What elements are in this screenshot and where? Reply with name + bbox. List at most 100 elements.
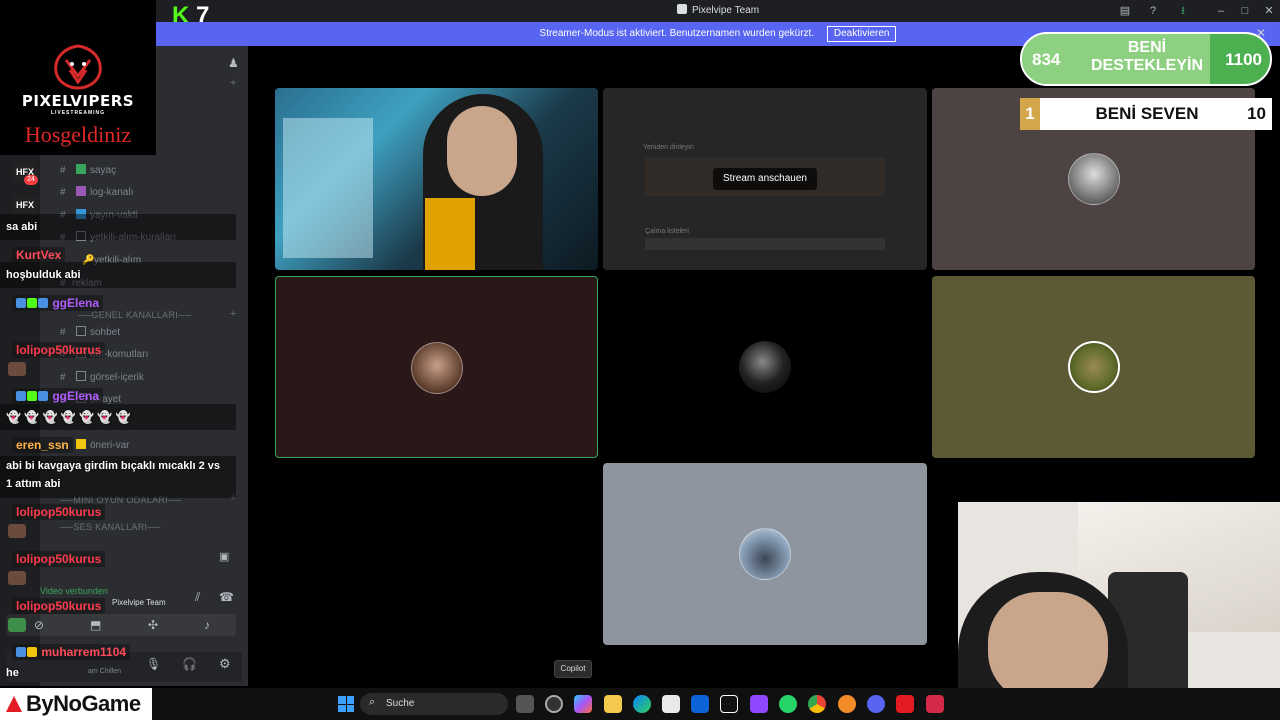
- category-genel[interactable]: ──GENEL KANALLARI──: [78, 310, 191, 320]
- top-supporter-widget: 1 BENİ SEVEN 10: [1020, 98, 1272, 130]
- server-icon: [676, 4, 687, 14]
- deactivate-button[interactable]: Deaktivieren: [826, 26, 897, 42]
- chrome-icon[interactable]: [808, 695, 826, 713]
- window-titlebar: Pixelvipe Team ▤ ? ⭳ – □ ✕: [156, 0, 1280, 22]
- share-screen-icon[interactable]: ⬒: [90, 618, 101, 632]
- video-tile-camera[interactable]: [275, 88, 598, 270]
- thumbnail-row: [645, 238, 885, 250]
- headphones-icon[interactable]: 🎧: [182, 657, 197, 671]
- category-label: GENEL KANALLARI: [91, 310, 179, 320]
- add-member-icon[interactable]: ♟: [228, 56, 239, 70]
- copilot-icon[interactable]: [574, 695, 592, 713]
- user-avatar: [8, 524, 26, 538]
- app-icon[interactable]: [838, 695, 856, 713]
- viper-logo-icon: [54, 44, 102, 90]
- file-explorer-icon[interactable]: [604, 695, 622, 713]
- server-icon[interactable]: HFX: [12, 195, 38, 215]
- user-avatar: [1068, 153, 1120, 205]
- person-face: [988, 592, 1108, 702]
- maximize-icon[interactable]: □: [1238, 4, 1252, 18]
- taskbar-search[interactable]: ⌕ Suche: [360, 693, 508, 715]
- download-icon[interactable]: ⭳: [1176, 4, 1190, 18]
- microphone-icon[interactable]: 🎙: [146, 657, 161, 671]
- voice-channel-name: Pixelvipe Team: [112, 598, 166, 607]
- user-avatar: [8, 362, 26, 376]
- channel-label: sohbet: [90, 327, 121, 338]
- screen-overlay-section: Çalma listeleri: [645, 228, 689, 235]
- category-ses[interactable]: ──SES KANALLARI──: [60, 522, 161, 532]
- noise-suppression-icon[interactable]: ⫽: [195, 590, 200, 605]
- stream-logo: PIXELVIPERS LIVESTREAMING Hosgeldiniz: [0, 0, 156, 155]
- chat-username: lolipop50kurus: [12, 342, 106, 358]
- goal-max: 1100: [1225, 50, 1262, 69]
- chat-message-text: sa abi: [6, 221, 38, 233]
- person-face: [447, 106, 517, 196]
- tiktok-icon[interactable]: [720, 695, 738, 713]
- settings-gear-icon[interactable]: ⚙: [219, 656, 231, 672]
- task-view-icon[interactable]: [516, 695, 534, 713]
- video-tile-user[interactable]: [603, 463, 927, 645]
- watch-stream-button[interactable]: Stream anschauen: [713, 168, 817, 190]
- channel-sayac[interactable]: # sayaç: [60, 163, 116, 179]
- chat-username: muharrem1104: [41, 645, 127, 659]
- activities-icon[interactable]: ✣: [148, 618, 158, 632]
- add-channel-icon[interactable]: +: [230, 77, 236, 89]
- discord-icon[interactable]: [867, 695, 885, 713]
- help-icon[interactable]: ?: [1146, 4, 1160, 18]
- camera-off-icon[interactable]: ⊘: [34, 618, 44, 632]
- app-icon[interactable]: [926, 695, 944, 713]
- minimize-icon[interactable]: –: [1214, 4, 1228, 18]
- channel-log-kanali[interactable]: # log-kanalı: [60, 185, 133, 201]
- supporter-value: 10: [1247, 104, 1266, 123]
- video-tile-user[interactable]: [932, 276, 1255, 458]
- edge-icon[interactable]: [633, 695, 651, 713]
- whatsapp-icon[interactable]: [779, 695, 797, 713]
- copilot-tooltip: Copilot: [554, 660, 592, 678]
- channel-label: log-kanalı: [90, 187, 134, 198]
- channel-label: öneri-var: [90, 440, 130, 451]
- user-avatar: [739, 528, 791, 580]
- chat-username: lolipop50kurus: [12, 551, 106, 567]
- windows-start-icon[interactable]: [338, 696, 354, 712]
- search-icon: ⌕: [369, 696, 376, 708]
- goal-current: 834: [1032, 50, 1061, 69]
- welcome-text: Hosgeldiniz: [24, 122, 132, 147]
- user-avatar: [8, 618, 26, 632]
- chat-username: lolipop50kurus: [12, 598, 106, 614]
- screen-overlay-heading: Yeniden dinleyin: [643, 144, 694, 151]
- chat-user-row: muharrem1104: [12, 644, 131, 660]
- user-avatar: [8, 571, 26, 585]
- user-avatar: [411, 342, 463, 394]
- app-icon[interactable]: [896, 695, 914, 713]
- inbox-icon[interactable]: ▤: [1118, 4, 1132, 18]
- close-icon[interactable]: ✕: [1256, 26, 1266, 40]
- chat-message-text: abi bi kavgaya girdim bıçaklı mıcaklı 2 …: [6, 460, 220, 490]
- soundboard-icon[interactable]: ♪: [204, 618, 210, 632]
- channel-label: görsel-içerik: [90, 372, 144, 383]
- banner-text: Streamer-Modus ist aktiviert. Benutzerna…: [539, 28, 815, 39]
- video-tile-speaking-user[interactable]: [275, 276, 598, 458]
- screen-share-icon[interactable]: ▣: [219, 550, 229, 563]
- window-title: Pixelvipe Team: [156, 4, 1280, 16]
- chat-user-row: ggElena: [12, 388, 104, 404]
- video-tile-screen-share[interactable]: Yeniden dinleyin Çalma listeleri Stream …: [603, 88, 927, 270]
- support-goal-widget: 834 BENİ DESTEKLEYİN 1100: [1020, 32, 1272, 86]
- channel-sohbet[interactable]: # sohbet: [60, 325, 120, 341]
- user-avatar: [739, 341, 791, 393]
- disconnect-icon[interactable]: ☎: [219, 590, 234, 604]
- voice-controls: ⊘ ⬒ ✣ ♪: [6, 614, 236, 636]
- add-channel-icon[interactable]: +: [230, 308, 236, 320]
- twitch-icon[interactable]: [750, 695, 768, 713]
- logo-sub: LIVESTREAMING: [50, 110, 106, 116]
- sponsor-banner: ByNoGame: [0, 688, 152, 720]
- close-icon[interactable]: ✕: [1262, 4, 1276, 18]
- video-tile-user[interactable]: [603, 276, 927, 458]
- chat-username: eren_ssn: [12, 437, 73, 453]
- voice-status: Video verbunden: [40, 586, 108, 596]
- channel-gorsel-icerik[interactable]: # görsel-içerik: [60, 370, 144, 386]
- notification-badge: 24: [24, 175, 38, 185]
- outlook-icon[interactable]: [691, 695, 709, 713]
- store-icon[interactable]: [662, 695, 680, 713]
- logo-brand: PIXELVIPERS: [21, 92, 135, 110]
- widgets-icon[interactable]: [545, 695, 563, 713]
